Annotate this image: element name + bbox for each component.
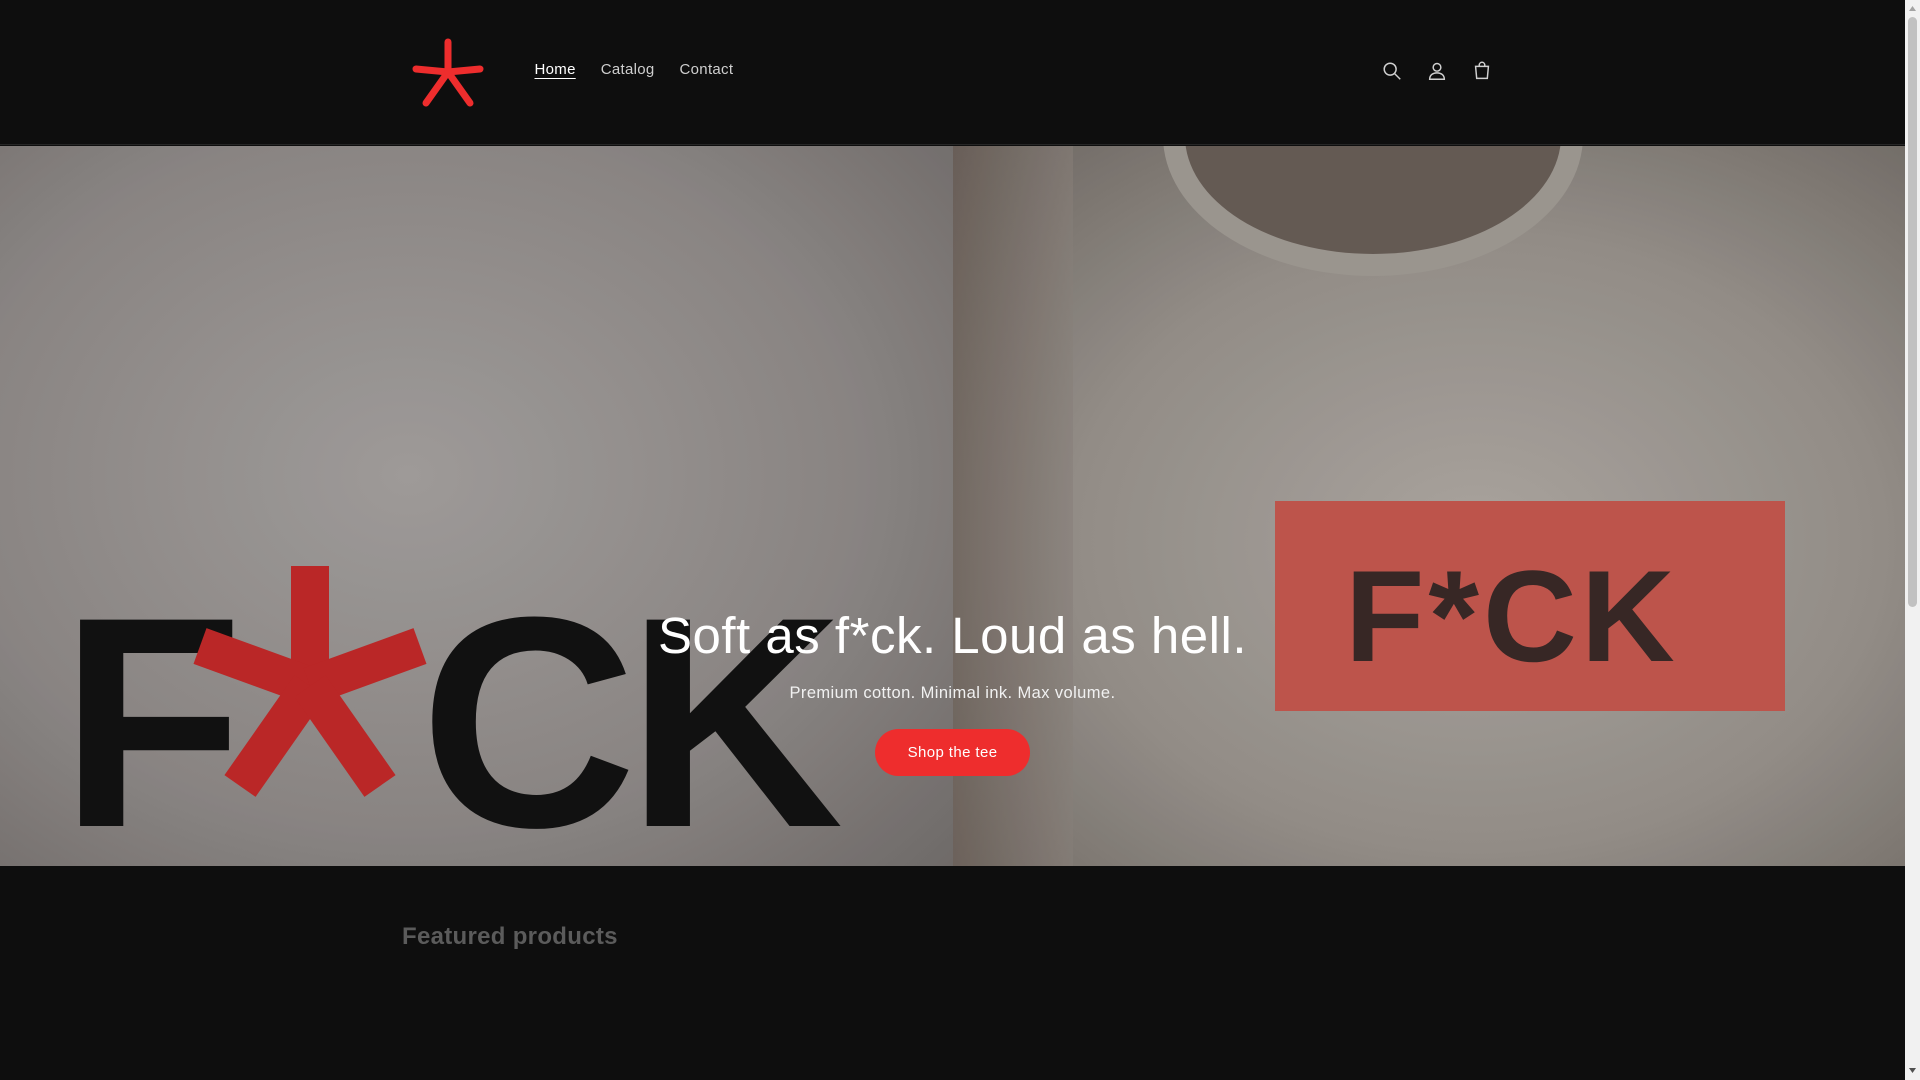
nav-catalog-link[interactable]: Catalog [588, 58, 667, 81]
shop-the-tee-button[interactable]: Shop the tee [875, 729, 1030, 776]
featured-products-heading: Featured products [402, 923, 618, 950]
scrollbar-thumb[interactable] [1908, 17, 1917, 607]
hero-title: Soft as f*ck. Loud as hell. [658, 607, 1247, 664]
nav-contact-link[interactable]: Contact [667, 58, 746, 81]
account-icon[interactable] [1424, 58, 1450, 84]
asterisk-logo-icon[interactable] [410, 36, 486, 110]
scroll-down-arrow-icon[interactable] [1908, 1066, 1917, 1075]
scroll-up-arrow-icon[interactable] [1908, 4, 1917, 13]
header-icons [1379, 58, 1495, 84]
search-icon[interactable] [1379, 58, 1405, 84]
site-header: Home Catalog Contact [0, 0, 1905, 145]
page-scrollbar[interactable] [1905, 0, 1920, 1080]
nav-home-link[interactable]: Home [522, 58, 588, 81]
hero-banner: F CK F*CK Soft as f*ck. Loud as hell. Pr… [0, 146, 1905, 866]
hero-subtitle: Premium cotton. Minimal ink. Max volume. [789, 684, 1116, 702]
hero-content: Soft as f*ck. Loud as hell. Premium cott… [0, 146, 1905, 866]
main-nav: Home Catalog Contact [522, 58, 746, 81]
cart-icon[interactable] [1469, 58, 1495, 84]
